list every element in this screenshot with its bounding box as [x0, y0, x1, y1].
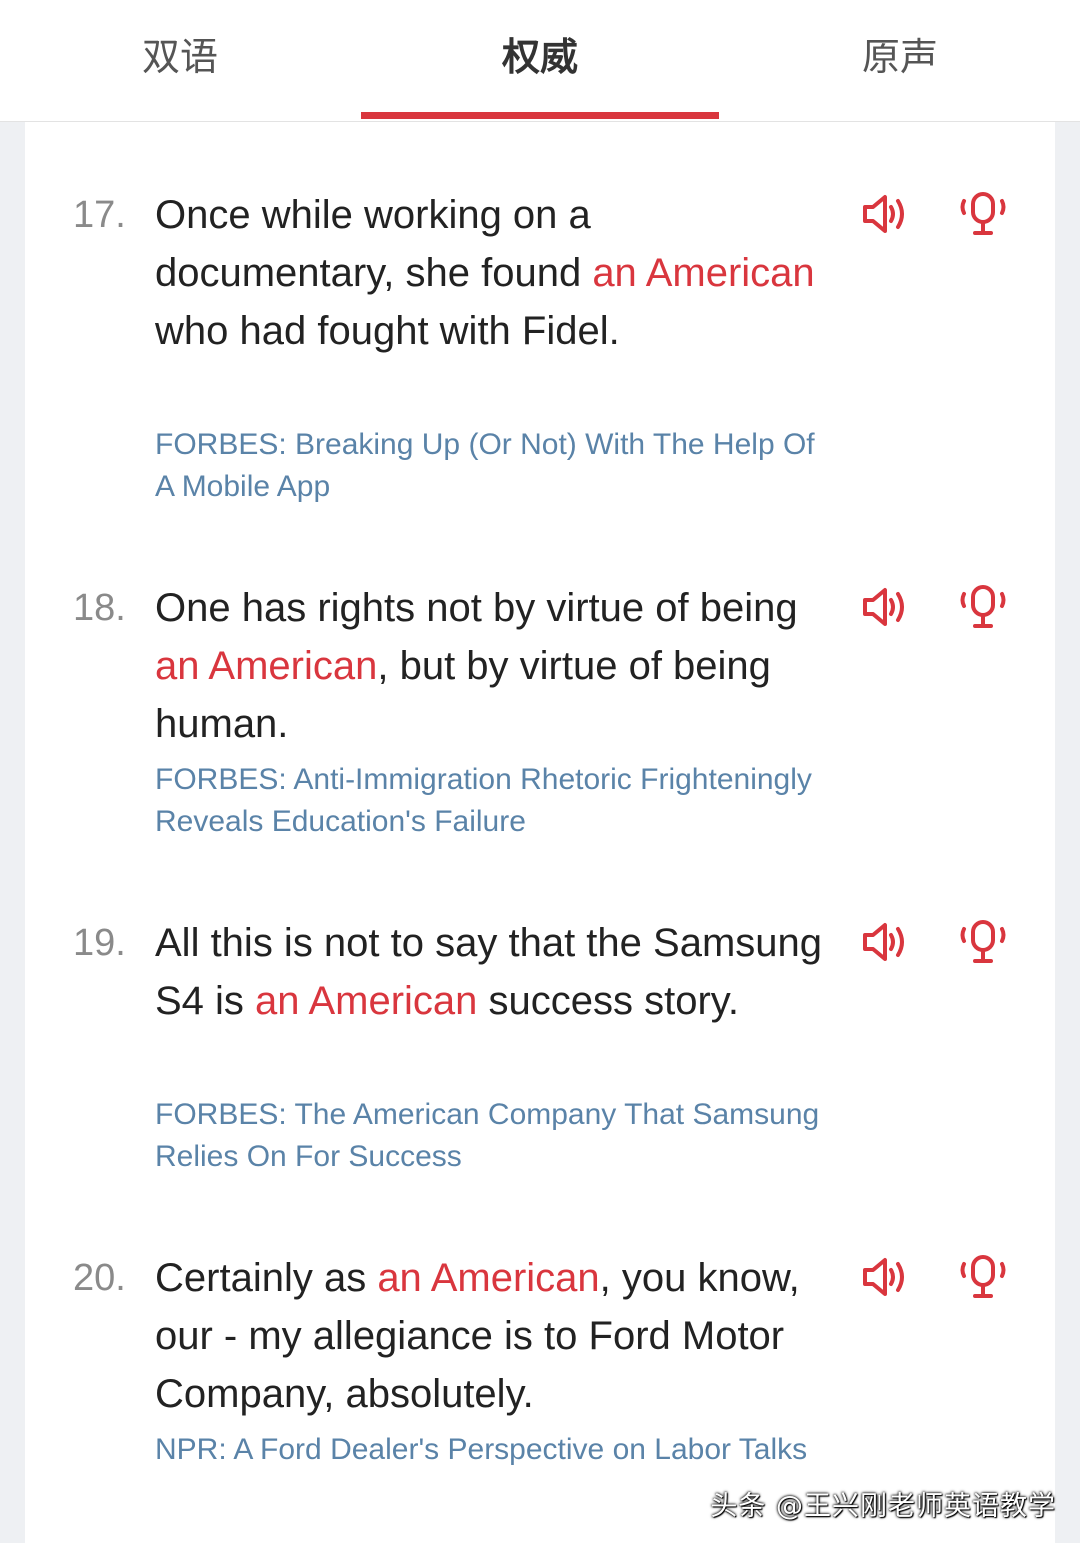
active-tab-indicator [361, 112, 719, 119]
sentence-source[interactable]: FORBES: Anti-Immigration Rhetoric Fright… [155, 759, 825, 843]
sentence-source[interactable]: NPR: A Ford Dealer's Perspective on Labo… [155, 1429, 825, 1471]
sentence-text: All this is not to say that the Samsung … [155, 914, 825, 1030]
sentence-text-part: One has rights not by virtue of being [155, 586, 798, 630]
sentence-text-part: Once while working on a documentary, she… [155, 193, 593, 295]
microphone-icon[interactable] [955, 581, 1011, 633]
speaker-icon[interactable] [857, 188, 913, 240]
tab-bilingual[interactable]: 双语 [0, 0, 360, 120]
highlighted-phrase: an American [377, 1256, 600, 1300]
sentence-text-part: Certainly as [155, 1256, 378, 1300]
sentence-text-part: success story. [477, 979, 739, 1023]
tab-original-sound[interactable]: 原声 [720, 0, 1080, 120]
sentence-source[interactable]: FORBES: The American Company That Samsun… [155, 1094, 825, 1178]
speaker-icon[interactable] [857, 916, 913, 968]
sentence-number: 20. [73, 1257, 126, 1299]
highlighted-phrase: an American [592, 251, 815, 295]
tab-authoritative[interactable]: 权威 [360, 0, 720, 120]
example-sentence-list: 17. Once while working on a documentary,… [25, 122, 1055, 1543]
watermark: 头条 @王兴刚老师英语教学 [710, 1491, 1056, 1522]
sentence-source[interactable]: FORBES: Breaking Up (Or Not) With The He… [155, 424, 825, 508]
sentence-text: Certainly as an American, you know, our … [155, 1249, 825, 1423]
highlighted-phrase: an American [155, 644, 378, 688]
sentence-text: One has rights not by virtue of being an… [155, 579, 825, 753]
sentence-number: 18. [73, 587, 126, 629]
sentence-text-part: who had fought with Fidel. [155, 309, 620, 353]
sentence-number: 19. [73, 922, 126, 964]
sentence-number: 17. [73, 194, 126, 236]
microphone-icon[interactable] [955, 1251, 1011, 1303]
tab-bar: 双语 权威 原声 [0, 0, 1080, 122]
microphone-icon[interactable] [955, 188, 1011, 240]
sentence-text: Once while working on a documentary, she… [155, 186, 825, 360]
microphone-icon[interactable] [955, 916, 1011, 968]
highlighted-phrase: an American [255, 979, 478, 1023]
speaker-icon[interactable] [857, 1251, 913, 1303]
speaker-icon[interactable] [857, 581, 913, 633]
